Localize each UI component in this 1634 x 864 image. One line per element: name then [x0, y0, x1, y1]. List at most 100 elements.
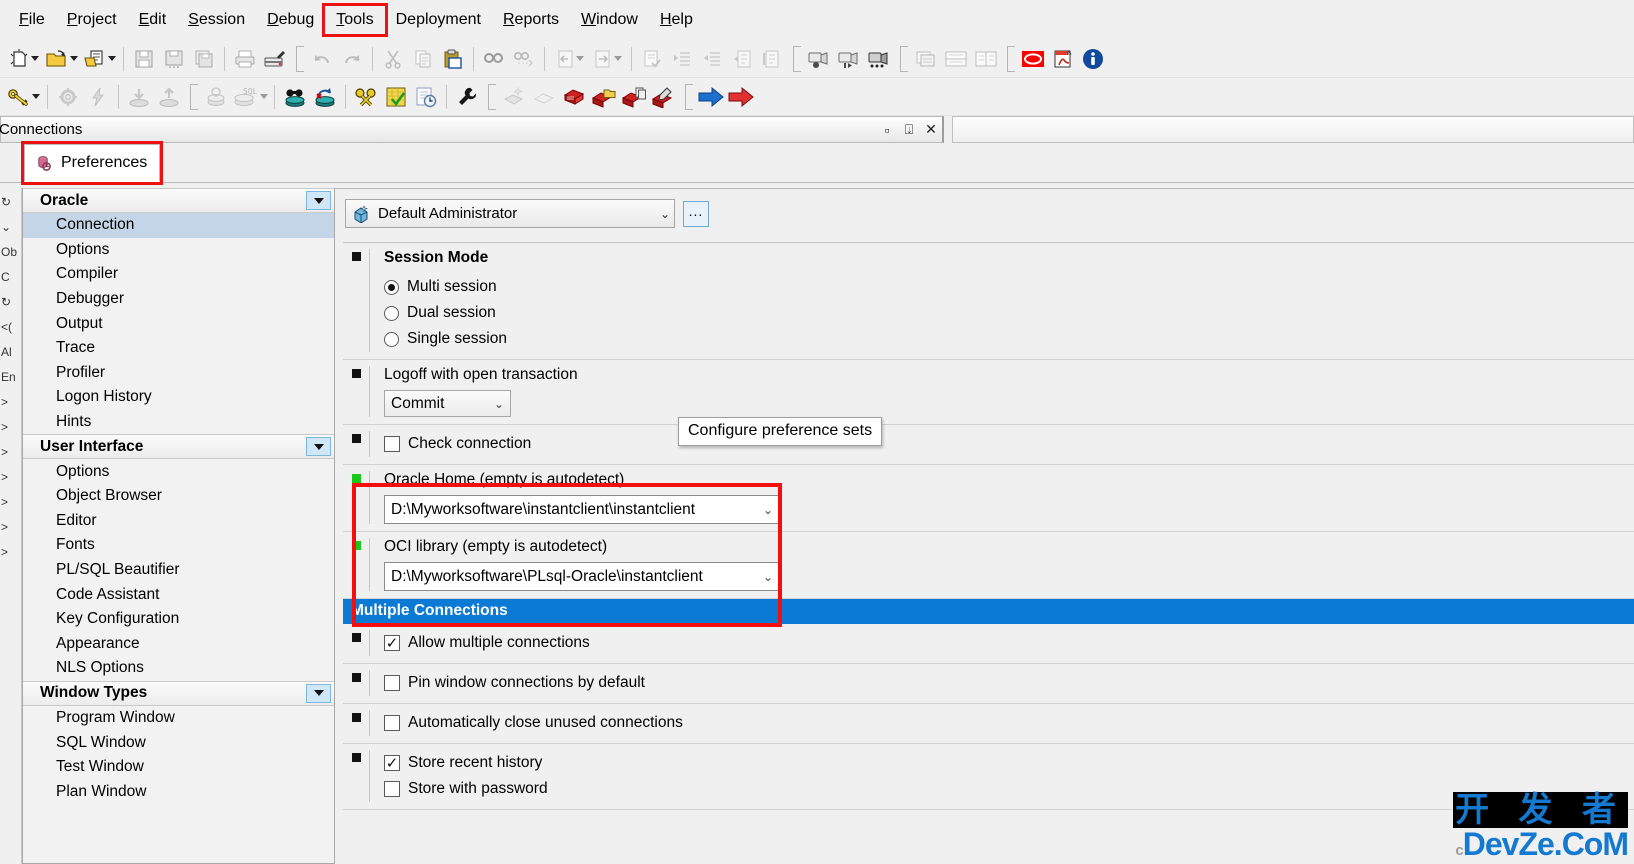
checkbox-store-recent-history[interactable]: Store recent history: [384, 750, 1634, 776]
paste-button[interactable]: [438, 44, 468, 74]
toolbar-grip[interactable]: [793, 45, 801, 72]
category-item-pl-sql-beautifier[interactable]: PL/SQL Beautifier: [23, 558, 334, 583]
category-item-object-browser[interactable]: Object Browser: [23, 484, 334, 509]
checkbox-icon[interactable]: [384, 436, 400, 452]
outdent-button[interactable]: [697, 44, 727, 74]
rollback-button[interactable]: [310, 82, 340, 112]
next-button[interactable]: [588, 44, 626, 74]
undo-button[interactable]: [307, 44, 337, 74]
checkbox-icon[interactable]: [384, 781, 400, 797]
chevron-down-icon[interactable]: [306, 191, 331, 210]
print-button[interactable]: [230, 44, 260, 74]
previous-button[interactable]: [550, 44, 588, 74]
category-item-fonts[interactable]: Fonts: [23, 533, 334, 558]
category-item-code-assistant[interactable]: Code Assistant: [23, 582, 334, 607]
close-icon[interactable]: ✕: [920, 121, 942, 138]
find-next-button[interactable]: [509, 44, 539, 74]
category-item-connection[interactable]: Connection: [23, 213, 334, 238]
chevron-down-icon[interactable]: [306, 437, 331, 457]
save-as-button[interactable]: [159, 44, 189, 74]
radio-dual-session[interactable]: Dual session: [384, 300, 1634, 326]
redo-button[interactable]: [337, 44, 367, 74]
preferences-category-tree[interactable]: Oracle Connection Options Compiler Debugger O…: [22, 188, 335, 864]
radio-single-session[interactable]: Single session: [384, 326, 1634, 352]
tree-node-fragment[interactable]: ↻: [0, 290, 21, 315]
privileges-keys-button[interactable]: [351, 82, 381, 112]
category-item-key-configuration[interactable]: Key Configuration: [23, 607, 334, 632]
checkbox-allow-multiple-connections[interactable]: Allow multiple connections: [384, 630, 1634, 656]
checkbox-pin-window-connections[interactable]: Pin window connections by default: [384, 670, 1634, 696]
checkbox-icon[interactable]: [384, 635, 400, 651]
menu-item-help[interactable]: Help: [649, 6, 704, 34]
check-syntax-button[interactable]: [637, 44, 667, 74]
tree-node-fragment[interactable]: >: [0, 415, 21, 440]
connections-tree-sliver[interactable]: ↻ ⌄ Ob C ↻ <(Al En > > > > > > >: [0, 188, 22, 864]
category-item-options[interactable]: Options: [23, 459, 334, 484]
category-item-options[interactable]: Options: [23, 238, 334, 263]
menu-item-edit[interactable]: Edit: [128, 6, 178, 34]
toolbar-grip[interactable]: [296, 45, 304, 72]
recent-objects-button[interactable]: [411, 82, 441, 112]
new-object-button[interactable]: [499, 82, 529, 112]
checkbox-check-connection[interactable]: Check connection: [384, 431, 1634, 457]
export-pdf-button[interactable]: [1048, 44, 1078, 74]
checkbox-icon[interactable]: [384, 715, 400, 731]
tree-node-fragment[interactable]: >: [0, 515, 21, 540]
open-button[interactable]: [42, 44, 80, 74]
category-group-oracle[interactable]: Oracle: [23, 188, 334, 213]
find-database-objects-button[interactable]: [280, 82, 310, 112]
chevron-down-icon[interactable]: [306, 683, 331, 703]
preferences-wrench-button[interactable]: [452, 82, 482, 112]
about-info-button[interactable]: [1078, 44, 1108, 74]
menu-item-project[interactable]: Project: [56, 6, 128, 34]
menu-item-session[interactable]: Session: [177, 6, 256, 34]
preference-set-combo[interactable]: Default Administrator ⌄: [345, 199, 675, 228]
radio-icon[interactable]: [384, 279, 399, 295]
category-item-sql-window[interactable]: SQL Window: [23, 730, 334, 755]
chevron-down-icon[interactable]: ⌄: [660, 207, 670, 221]
import-button[interactable]: [124, 82, 154, 112]
save-button[interactable]: [129, 44, 159, 74]
tile-horizontal-button[interactable]: [941, 44, 971, 74]
tree-node-fragment[interactable]: C: [0, 265, 21, 290]
category-group-user-interface[interactable]: User Interface: [23, 434, 334, 460]
macro-library-button[interactable]: [864, 44, 894, 74]
tree-node-fragment[interactable]: >: [0, 440, 21, 465]
menu-item-tools[interactable]: Tools: [322, 3, 388, 37]
new-button[interactable]: [4, 44, 42, 74]
open-object-button[interactable]: [529, 82, 559, 112]
edit-object-button[interactable]: [649, 82, 679, 112]
category-item-appearance[interactable]: Appearance: [23, 632, 334, 657]
tile-vertical-button[interactable]: [971, 44, 1001, 74]
macro-record-button[interactable]: [804, 44, 834, 74]
maximize-icon[interactable]: ▫: [876, 122, 898, 138]
cascade-windows-button[interactable]: [911, 44, 941, 74]
tree-node-fragment[interactable]: ⌄: [0, 215, 21, 240]
tree-node-fragment[interactable]: >: [0, 465, 21, 490]
tree-node-fragment[interactable]: ↻: [0, 190, 21, 215]
checkbox-icon[interactable]: [384, 755, 400, 771]
category-group-window-types[interactable]: Window Types: [23, 680, 334, 706]
menu-item-debug[interactable]: Debug: [256, 6, 325, 34]
tab-preferences[interactable]: Preferences: [20, 141, 164, 185]
radio-icon[interactable]: [384, 305, 399, 321]
uncomment-button[interactable]: [757, 44, 787, 74]
cut-button[interactable]: [378, 44, 408, 74]
tree-node-fragment[interactable]: Al: [0, 340, 21, 365]
step-forward-button[interactable]: [696, 82, 726, 112]
settings-gear-button[interactable]: [53, 82, 83, 112]
checkbox-store-with-password[interactable]: Store with password: [384, 776, 1634, 802]
oci-library-combo[interactable]: D:\Myworksoftware\PLsql-Oracle\instantcl…: [384, 562, 780, 591]
toolbar-grip[interactable]: [488, 83, 496, 110]
indent-button[interactable]: [667, 44, 697, 74]
save-all-button[interactable]: [189, 44, 219, 74]
find-button[interactable]: [479, 44, 509, 74]
menu-item-deployment[interactable]: Deployment: [385, 6, 492, 34]
category-item-plan-window[interactable]: Plan Window: [23, 779, 334, 804]
category-item-profiler[interactable]: Profiler: [23, 361, 334, 386]
tree-node-fragment[interactable]: <(: [0, 315, 21, 340]
task-list-button[interactable]: [381, 82, 411, 112]
oracle-home-combo[interactable]: D:\Myworksoftware\instantclient\instantc…: [384, 495, 780, 524]
category-item-test-window[interactable]: Test Window: [23, 755, 334, 780]
logoff-combo[interactable]: Commit ⌄: [384, 390, 511, 417]
